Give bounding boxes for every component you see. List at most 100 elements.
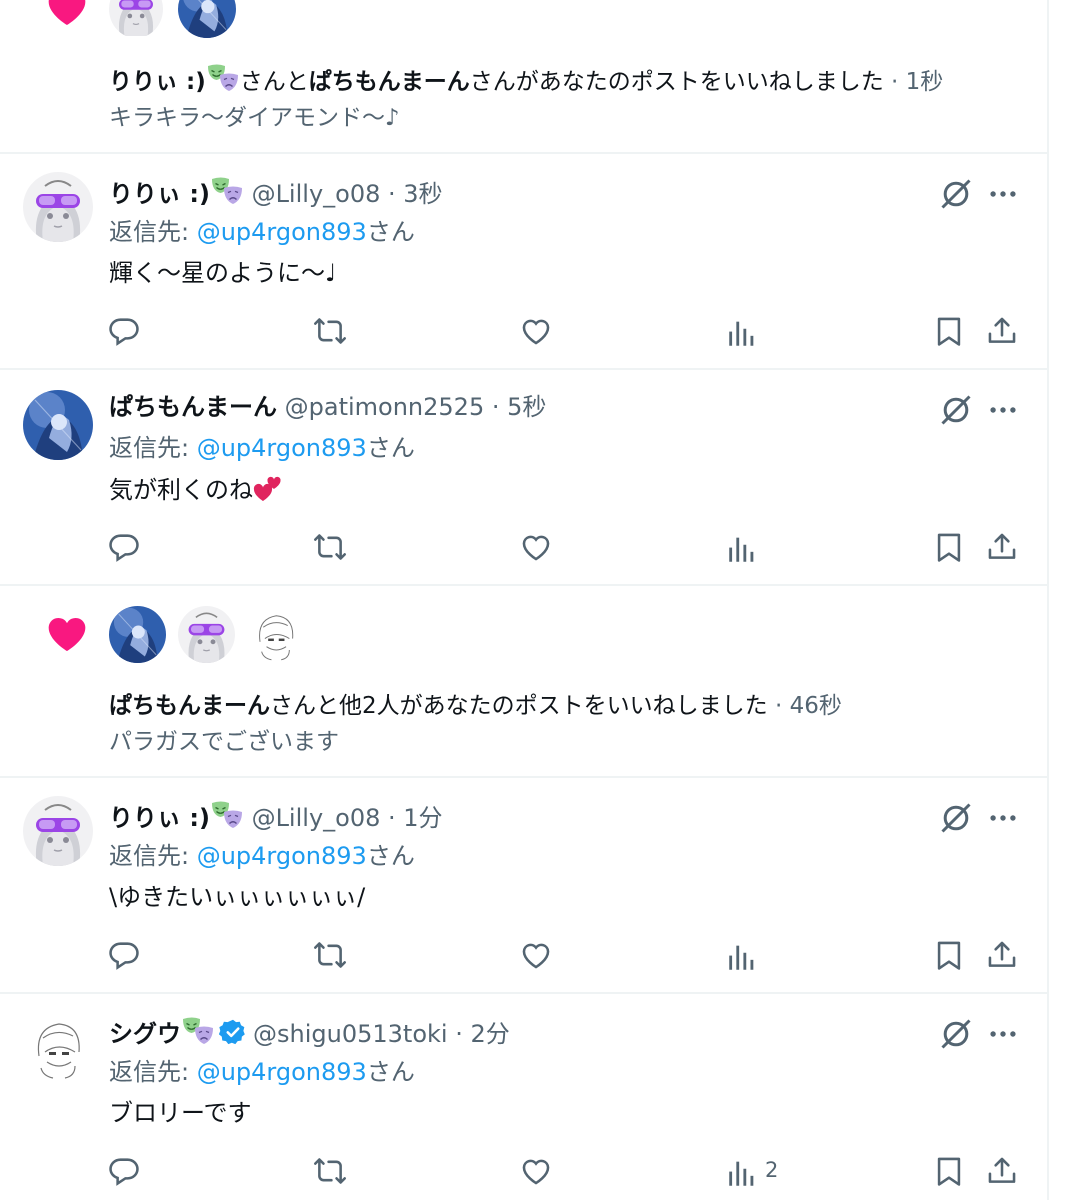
heart-icon[interactable] [519, 314, 553, 348]
heart-icon [43, 612, 91, 656]
reply-tweet[interactable]: りりぃ :) @Lilly_o08 · 1分 返信先: @up4rgon893さ… [0, 778, 1047, 992]
liker-name[interactable]: ぱちもんまーん [109, 693, 270, 719]
reply-context: 返信先: @up4rgon893さん [109, 841, 415, 871]
heart-icon[interactable] [519, 530, 553, 564]
like-notification[interactable]: ぱちもんまーんさんと他2人があなたのポストをいいねしました · 46秒 パラガス… [0, 586, 1047, 776]
reply-to-link[interactable]: @up4rgon893 [197, 434, 367, 462]
display-name[interactable]: ぱちもんまーん [109, 393, 277, 421]
timestamp[interactable]: · 2分 [455, 1020, 510, 1048]
reply-prefix: 返信先: [109, 218, 197, 246]
reply-to-link[interactable]: @up4rgon893 [197, 1058, 367, 1086]
tweet-text: \ゆきたいぃぃぃぃぃぃ/ [109, 883, 366, 911]
reply-icon[interactable] [107, 314, 141, 348]
user-handle[interactable]: @Lilly_o08 [252, 804, 381, 832]
share-icon[interactable] [985, 1154, 1019, 1188]
repost-icon[interactable] [313, 314, 347, 348]
tweet-text: 気が利くのね [109, 476, 253, 504]
like-notification[interactable]: りりぃ :) さんとぱちもんまーんさんがあなたのポストをいいねしました · 1秒 … [0, 0, 1047, 152]
bookmark-icon[interactable] [932, 1154, 966, 1188]
column-border [1047, 0, 1049, 1200]
notifications-feed: りりぃ :) さんとぱちもんまーんさんがあなたのポストをいいねしました · 1秒 … [0, 0, 1047, 1200]
timestamp[interactable]: · 1分 [388, 804, 443, 832]
timestamp: · 46秒 [774, 693, 842, 719]
views-icon[interactable] [725, 316, 759, 350]
reply-context: 返信先: @up4rgon893さん [109, 217, 415, 247]
display-name[interactable]: りりぃ :) [109, 804, 210, 832]
repost-icon[interactable] [313, 1154, 347, 1188]
reply-icon[interactable] [107, 1154, 141, 1188]
reply-to-link[interactable]: @up4rgon893 [197, 218, 367, 246]
avatar[interactable] [109, 0, 163, 38]
share-icon[interactable] [985, 938, 1019, 972]
reply-prefix: 返信先: [109, 434, 197, 462]
liker-name[interactable]: りりぃ :) [109, 69, 206, 95]
bookmark-icon[interactable] [932, 530, 966, 564]
avatar[interactable] [23, 796, 93, 866]
grok-icon[interactable] [938, 176, 974, 212]
more-icon[interactable] [986, 176, 1020, 212]
user-handle[interactable]: @patimonn2525 [285, 393, 485, 421]
reply-prefix: 返信先: [109, 1058, 197, 1086]
user-handle[interactable]: @shigu0513toki [253, 1020, 448, 1048]
post-preview[interactable]: キラキラ〜ダイアモンド〜♪ [109, 98, 400, 132]
reply-tweet[interactable]: シグウ @shigu0513toki · 2分 返信先: @up4rgon893さ… [0, 994, 1047, 1200]
more-icon[interactable] [986, 1016, 1020, 1052]
reply-icon[interactable] [107, 530, 141, 564]
more-icon[interactable] [986, 392, 1020, 428]
liker-name[interactable]: ぱちもんまーん [309, 69, 470, 95]
avatar[interactable] [23, 172, 93, 242]
views-icon[interactable] [725, 940, 759, 974]
avatar[interactable] [178, 0, 236, 38]
reply-prefix: 返信先: [109, 842, 197, 870]
post-preview[interactable]: パラガスでございます [109, 722, 339, 756]
verified-badge-icon[interactable] [219, 1018, 247, 1046]
heart-icon[interactable] [519, 1154, 553, 1188]
tweet-header: りりぃ :) @Lilly_o08 · 1分 [109, 800, 443, 833]
reply-context: 返信先: @up4rgon893さん [109, 433, 415, 463]
grok-icon[interactable] [938, 800, 974, 836]
repost-icon[interactable] [313, 530, 347, 564]
reply-icon[interactable] [107, 938, 141, 972]
avatar[interactable] [23, 390, 93, 460]
display-name[interactable]: シグウ [109, 1020, 181, 1048]
heart-icon[interactable] [519, 938, 553, 972]
grok-icon[interactable] [938, 392, 974, 428]
action-text: さんと他2人があなたのポストをいいねしました [270, 693, 768, 719]
reply-suffix: さん [366, 434, 415, 462]
avatar[interactable] [247, 606, 304, 663]
timestamp[interactable]: · 5秒 [492, 393, 547, 421]
tweet-text: ブロリーです [109, 1099, 252, 1127]
avatar[interactable] [178, 606, 235, 663]
avatar[interactable] [109, 606, 166, 663]
reply-suffix: さん [366, 218, 415, 246]
performing-arts-icon [210, 800, 244, 830]
timestamp[interactable]: · 3秒 [388, 180, 443, 208]
display-name[interactable]: りりぃ :) [109, 180, 210, 208]
bookmark-icon[interactable] [932, 938, 966, 972]
reply-context: 返信先: @up4rgon893さん [109, 1057, 415, 1087]
performing-arts-icon [206, 63, 240, 93]
performing-arts-icon [210, 176, 244, 206]
share-icon[interactable] [985, 530, 1019, 564]
bookmark-icon[interactable] [932, 314, 966, 348]
grok-icon[interactable] [938, 1016, 974, 1052]
reply-tweet[interactable]: ぱちもんまーん @patimonn2525 · 5秒 返信先: @up4rgon… [0, 370, 1047, 584]
reply-suffix: さん [366, 1058, 415, 1086]
two-hearts-icon [253, 474, 283, 504]
share-icon[interactable] [985, 314, 1019, 348]
reply-to-link[interactable]: @up4rgon893 [197, 842, 367, 870]
views-icon[interactable] [725, 532, 759, 566]
timestamp: · 1秒 [891, 69, 944, 95]
heart-icon [43, 0, 91, 30]
tweet-header: シグウ @shigu0513toki · 2分 [109, 1016, 510, 1049]
connector-text: さんと [239, 69, 309, 95]
user-handle[interactable]: @Lilly_o08 [252, 180, 381, 208]
tweet-header: りりぃ :) @Lilly_o08 · 3秒 [109, 176, 443, 209]
avatar[interactable] [23, 1012, 93, 1082]
reply-tweet[interactable]: りりぃ :) @Lilly_o08 · 3秒 返信先: @up4rgon893さ… [0, 154, 1047, 368]
notification-text: りりぃ :) さんとぱちもんまーんさんがあなたのポストをいいねしました · 1秒 [109, 62, 943, 96]
views-icon[interactable] [725, 1156, 759, 1190]
more-icon[interactable] [986, 800, 1020, 836]
repost-icon[interactable] [313, 938, 347, 972]
performing-arts-icon [181, 1016, 215, 1046]
